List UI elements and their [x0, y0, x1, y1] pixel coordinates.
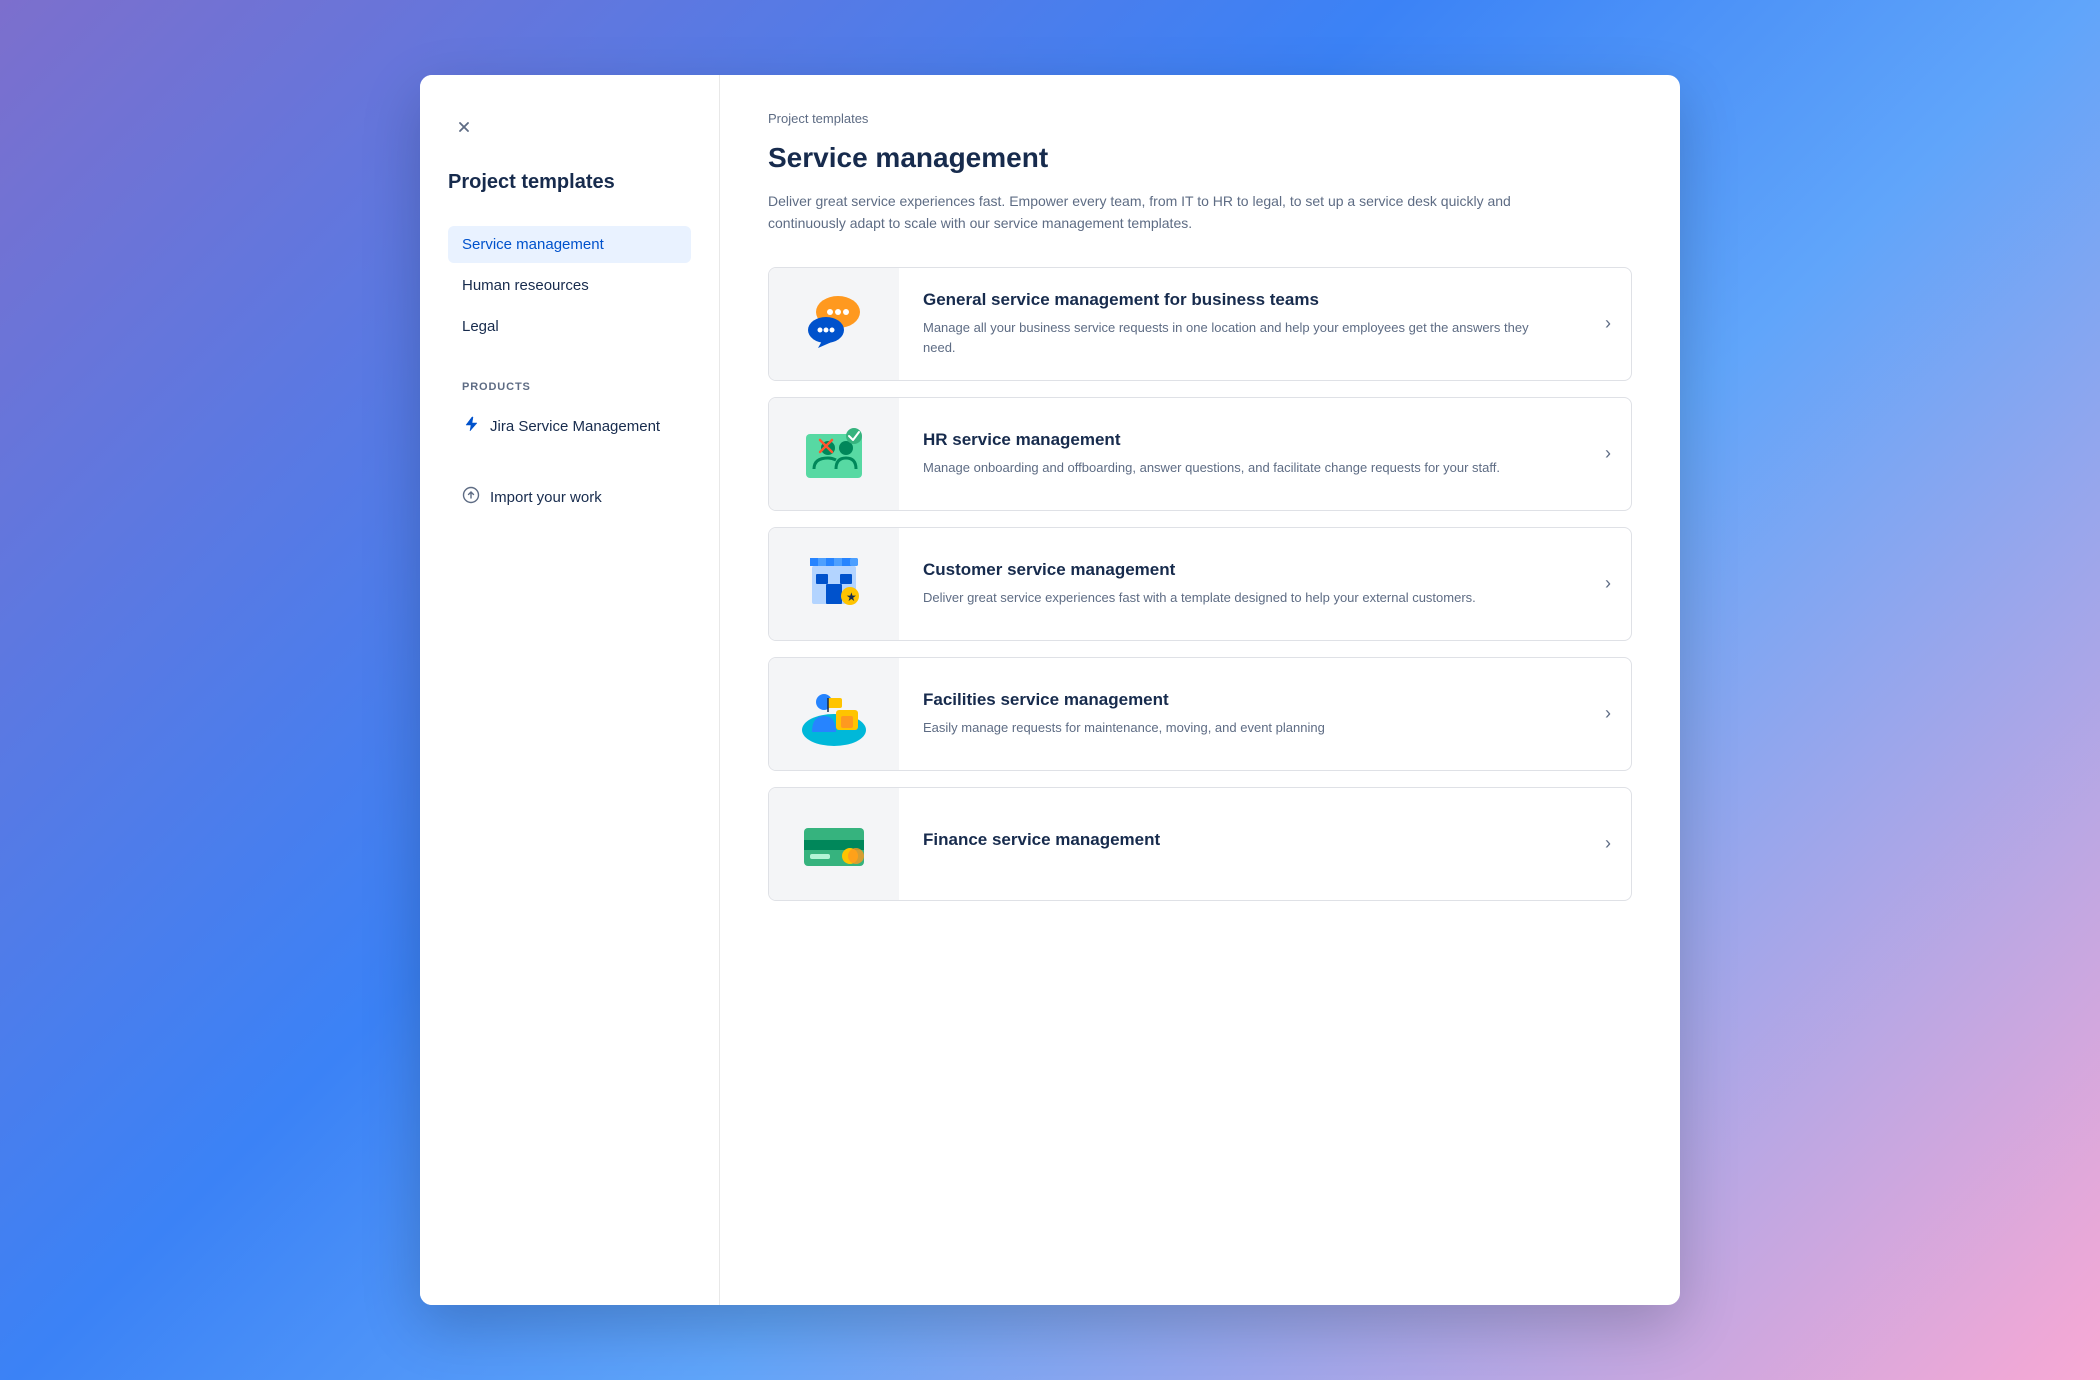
- template-info-general: General service management for business …: [899, 270, 1585, 377]
- lightning-icon: [462, 415, 480, 438]
- template-title-customer: Customer service management: [923, 560, 1561, 580]
- cloud-upload-icon: [462, 486, 480, 508]
- chevron-right-icon-hr: ›: [1585, 423, 1631, 484]
- project-templates-modal: Project templates Service management Hum…: [420, 75, 1680, 1305]
- template-desc-hr: Manage onboarding and offboarding, answe…: [923, 458, 1561, 478]
- template-icon-chat: [769, 268, 899, 380]
- template-info-facilities: Facilities service management Easily man…: [899, 670, 1585, 758]
- products-section-label: PRODUCTS: [448, 381, 691, 393]
- template-desc-facilities: Easily manage requests for maintenance, …: [923, 718, 1561, 738]
- template-icon-hr: [769, 398, 899, 510]
- chevron-right-icon-finance: ›: [1585, 813, 1631, 874]
- sidebar-item-hr[interactable]: Human reseources: [448, 267, 691, 304]
- template-icon-finance: [769, 788, 899, 900]
- template-icon-customer: ★: [769, 528, 899, 640]
- template-title-finance: Finance service management: [923, 830, 1561, 850]
- template-card-hr[interactable]: HR service management Manage onboarding …: [768, 397, 1632, 511]
- close-button[interactable]: [448, 111, 480, 143]
- nav-list: Service management Human reseources Lega…: [448, 226, 691, 345]
- template-title-hr: HR service management: [923, 430, 1561, 450]
- svg-text:★: ★: [846, 590, 857, 604]
- template-info-customer: Customer service management Deliver grea…: [899, 540, 1585, 628]
- template-info-finance: Finance service management: [899, 810, 1585, 878]
- template-title-facilities: Facilities service management: [923, 690, 1561, 710]
- template-desc-general: Manage all your business service request…: [923, 318, 1561, 357]
- product-label: Jira Service Management: [490, 418, 660, 435]
- chevron-right-icon-facilities: ›: [1585, 683, 1631, 744]
- breadcrumb: Project templates: [768, 111, 1632, 126]
- sidebar-item-service-management[interactable]: Service management: [448, 226, 691, 263]
- template-icon-facilities: [769, 658, 899, 770]
- template-desc-customer: Deliver great service experiences fast w…: [923, 588, 1561, 608]
- sidebar-title: Project templates: [448, 171, 691, 194]
- page-description: Deliver great service experiences fast. …: [768, 190, 1548, 235]
- main-content: Project templates Service management Del…: [720, 75, 1680, 1305]
- template-card-finance[interactable]: Finance service management ›: [768, 787, 1632, 901]
- sidebar: Project templates Service management Hum…: [420, 75, 720, 1305]
- jira-service-management-item[interactable]: Jira Service Management: [448, 405, 691, 448]
- chevron-right-icon: ›: [1585, 293, 1631, 354]
- template-card-general[interactable]: General service management for business …: [768, 267, 1632, 381]
- chevron-right-icon-customer: ›: [1585, 553, 1631, 614]
- page-title: Service management: [768, 142, 1632, 174]
- import-work-item[interactable]: Import your work: [448, 476, 691, 518]
- template-list: General service management for business …: [768, 267, 1632, 901]
- sidebar-item-legal[interactable]: Legal: [448, 308, 691, 345]
- import-label: Import your work: [490, 489, 602, 506]
- template-info-hr: HR service management Manage onboarding …: [899, 410, 1585, 498]
- template-card-customer[interactable]: ★ Customer service management Deliver gr…: [768, 527, 1632, 641]
- template-title-general: General service management for business …: [923, 290, 1561, 310]
- template-card-facilities[interactable]: Facilities service management Easily man…: [768, 657, 1632, 771]
